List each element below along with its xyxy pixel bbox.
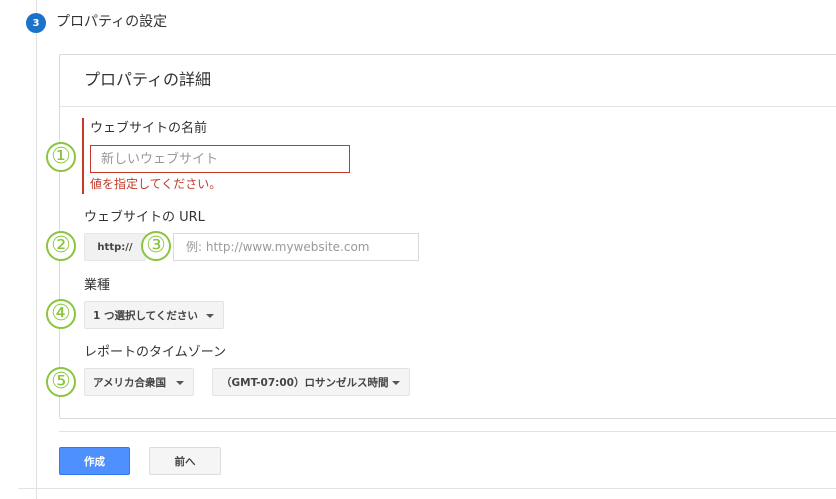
footer-divider — [59, 431, 836, 432]
website-url-input[interactable] — [173, 233, 419, 261]
annotation-marker-1: ① — [46, 142, 76, 172]
caret-down-icon — [176, 381, 184, 385]
error-indicator-bar — [82, 118, 84, 194]
industry-selected-value: 1 つ選択してください — [93, 309, 198, 322]
timezone-zone-value: （GMT-07:00）ロサンゼルス時間 — [221, 376, 389, 389]
annotation-marker-5: ⑤ — [46, 367, 76, 397]
website-name-error: 値を指定してください。 — [90, 177, 222, 191]
timezone-country-value: アメリカ合衆国 — [93, 376, 166, 389]
timezone-zone-dropdown[interactable]: （GMT-07:00）ロサンゼルス時間 — [212, 368, 410, 396]
previous-button[interactable]: 前へ — [149, 447, 221, 475]
annotation-marker-3: ③ — [141, 231, 171, 261]
step-title: プロパティの設定 — [56, 14, 168, 30]
annotation-marker-2: ② — [46, 231, 76, 261]
caret-down-icon — [206, 314, 214, 318]
industry-label: 業種 — [84, 278, 111, 293]
step-rail — [36, 0, 37, 499]
create-button[interactable]: 作成 — [59, 447, 130, 475]
timezone-label: レポートのタイムゾーン — [84, 345, 227, 360]
bottom-divider — [18, 488, 836, 489]
protocol-selector[interactable]: http:// — [84, 233, 146, 261]
industry-dropdown[interactable]: 1 つ選択してください — [84, 301, 224, 329]
website-url-label: ウェブサイトの URL — [84, 210, 205, 225]
timezone-country-dropdown[interactable]: アメリカ合衆国 — [84, 368, 194, 396]
caret-down-icon — [392, 381, 400, 385]
website-name-label: ウェブサイトの名前 — [90, 121, 208, 136]
card-title: プロパティの詳細 — [84, 70, 212, 89]
annotation-marker-4: ④ — [46, 299, 76, 329]
card-header: プロパティの詳細 — [60, 55, 836, 107]
step-number-badge: 3 — [26, 13, 46, 33]
website-name-input[interactable] — [90, 145, 350, 173]
